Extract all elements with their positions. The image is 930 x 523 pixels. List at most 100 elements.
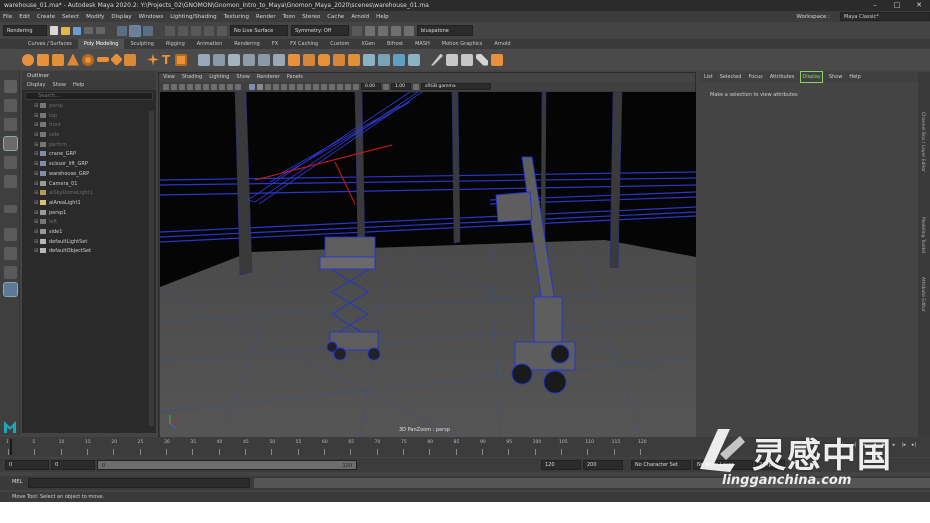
attr-menu-focus[interactable]: Focus: [748, 72, 762, 82]
expand-icon[interactable]: ⊞: [34, 218, 38, 228]
shelf-tab-custom[interactable]: Custom: [324, 39, 355, 49]
combine-icon[interactable]: [198, 53, 210, 66]
insert-edge-loop-icon[interactable]: [446, 53, 458, 66]
outliner-item[interactable]: ⊞ scissor_lift_GRP: [22, 160, 156, 170]
expand-icon[interactable]: ⊞: [34, 228, 38, 238]
viewport-menu-shading[interactable]: Shading: [182, 73, 202, 82]
rotate-tool-icon[interactable]: [4, 156, 17, 169]
outliner-scrollbar[interactable]: [149, 111, 154, 426]
menu-toon[interactable]: Toon: [283, 14, 296, 20]
outliner-item[interactable]: ⊞ Camera_01: [22, 180, 156, 190]
menu-help[interactable]: Help: [376, 14, 389, 20]
super-shape-icon[interactable]: [147, 53, 159, 66]
attr-menu-help[interactable]: Help: [849, 72, 860, 82]
grid-toggle-icon[interactable]: [187, 83, 193, 90]
menu-cache[interactable]: Cache: [327, 14, 344, 20]
film-gate-icon[interactable]: [195, 83, 201, 90]
single-perspective-layout-icon[interactable]: [4, 228, 17, 241]
play-forwards-icon[interactable]: ▶: [880, 441, 888, 449]
outliner-item[interactable]: ⊞ front: [22, 121, 156, 131]
menu-texturing[interactable]: Texturing: [224, 14, 249, 20]
shelf-tab-fx-caching[interactable]: FX Caching: [284, 39, 324, 49]
menu-arnold[interactable]: Arnold: [351, 14, 369, 20]
select-hierarchy-icon[interactable]: [117, 25, 127, 36]
poly-plane-icon[interactable]: [97, 57, 109, 62]
poly-disc-icon[interactable]: [110, 53, 123, 66]
expand-icon[interactable]: ⊞: [34, 199, 38, 209]
viewport-menu-view[interactable]: View: [163, 73, 175, 82]
shelf-tab-rendering[interactable]: Rendering: [228, 39, 266, 49]
select-component-icon[interactable]: [143, 25, 153, 36]
open-scene-icon[interactable]: [61, 26, 70, 35]
outliner-menu-help[interactable]: Help: [73, 81, 84, 90]
menu-display[interactable]: Display: [111, 14, 131, 20]
expand-icon[interactable]: ⊞: [34, 141, 38, 151]
outliner-item[interactable]: ⊞ persp1: [22, 209, 156, 219]
close-button[interactable]: ✕: [908, 0, 930, 11]
character-set-dropdown[interactable]: No Character Set: [631, 460, 691, 470]
redo-icon[interactable]: [96, 27, 105, 34]
target-weld-icon[interactable]: [378, 53, 390, 66]
step-forward-key-icon[interactable]: |▸: [900, 441, 908, 449]
play-backwards-icon[interactable]: ◀: [870, 441, 878, 449]
snap-curve-icon[interactable]: [178, 25, 188, 36]
paint-select-tool-icon[interactable]: [4, 118, 17, 131]
collapse-icon[interactable]: [393, 53, 405, 66]
smooth-icon[interactable]: [228, 53, 240, 66]
isolate-select-icon[interactable]: [321, 83, 327, 90]
multi-cut-icon[interactable]: [431, 53, 443, 66]
menu-edit[interactable]: Edit: [19, 14, 30, 20]
motion-blur-icon[interactable]: [305, 83, 311, 90]
use-lights-icon[interactable]: [281, 83, 287, 90]
menu-modify[interactable]: Modify: [86, 14, 104, 20]
workspace-dropdown[interactable]: Maya Classic*: [840, 12, 930, 21]
menu-file[interactable]: File: [3, 14, 12, 20]
exposure-icon[interactable]: [353, 83, 359, 90]
expand-icon[interactable]: ⊞: [34, 160, 38, 170]
outliner-item[interactable]: ⊞ left: [22, 218, 156, 228]
viewport-menu-renderer[interactable]: Renderer: [257, 73, 280, 82]
new-scene-icon[interactable]: [50, 26, 58, 35]
move-tool-icon[interactable]: [3, 136, 18, 151]
select-tool-icon[interactable]: [4, 80, 17, 93]
menu-lighting-shading[interactable]: Lighting/Shading: [170, 14, 216, 20]
poly-cone-icon[interactable]: [67, 53, 79, 66]
expand-icon[interactable]: ⊞: [34, 247, 38, 257]
viewport-menu-panels[interactable]: Panels: [287, 73, 303, 82]
viewport-menu-show[interactable]: Show: [236, 73, 250, 82]
remesh-icon[interactable]: [273, 53, 285, 66]
shelf-tab-fx[interactable]: FX: [266, 39, 284, 49]
menu-create[interactable]: Create: [37, 14, 55, 20]
outliner-menu-display[interactable]: Display: [27, 81, 45, 90]
shelf-tab-mash[interactable]: MASH: [409, 39, 436, 49]
field-chart-icon[interactable]: [219, 83, 225, 90]
expand-icon[interactable]: ⊞: [34, 131, 38, 141]
render-settings-icon[interactable]: [391, 25, 401, 36]
menu-windows[interactable]: Windows: [139, 14, 164, 20]
side-tab-channel-box[interactable]: Channel Box / Layer Editor: [920, 112, 925, 172]
quad-draw-icon[interactable]: [476, 53, 488, 66]
multisample-aa-icon[interactable]: [313, 83, 319, 90]
color-management-icon[interactable]: [413, 83, 419, 90]
bridge-icon[interactable]: [303, 53, 315, 66]
snap-live-icon[interactable]: [217, 25, 227, 36]
poly-torus-icon[interactable]: [82, 53, 94, 66]
command-language-toggle[interactable]: MEL: [12, 479, 22, 485]
scene-end-field[interactable]: 200: [583, 460, 623, 470]
shelf-tab-animation[interactable]: Animation: [191, 39, 229, 49]
menuset-dropdown[interactable]: Rendering: [3, 25, 47, 36]
menu-stereo[interactable]: Stereo: [302, 14, 320, 20]
outliner-item[interactable]: ⊞ persp: [22, 102, 156, 112]
wireframe-on-shaded-icon[interactable]: [265, 83, 271, 90]
attr-menu-list[interactable]: List: [704, 72, 713, 82]
mirror-icon[interactable]: [258, 53, 270, 66]
shadows-icon[interactable]: [289, 83, 295, 90]
uv-editor-icon[interactable]: [491, 53, 503, 66]
snap-view-plane-icon[interactable]: [204, 25, 214, 36]
extrude-icon[interactable]: [288, 53, 300, 66]
outliner-item[interactable]: ⊞ side1: [22, 228, 156, 238]
circularize-icon[interactable]: [408, 53, 420, 66]
image-plane-icon[interactable]: [179, 83, 185, 90]
snap-grid-icon[interactable]: [165, 25, 175, 36]
outliner-item[interactable]: ⊞ defaultLightSet: [22, 238, 156, 248]
